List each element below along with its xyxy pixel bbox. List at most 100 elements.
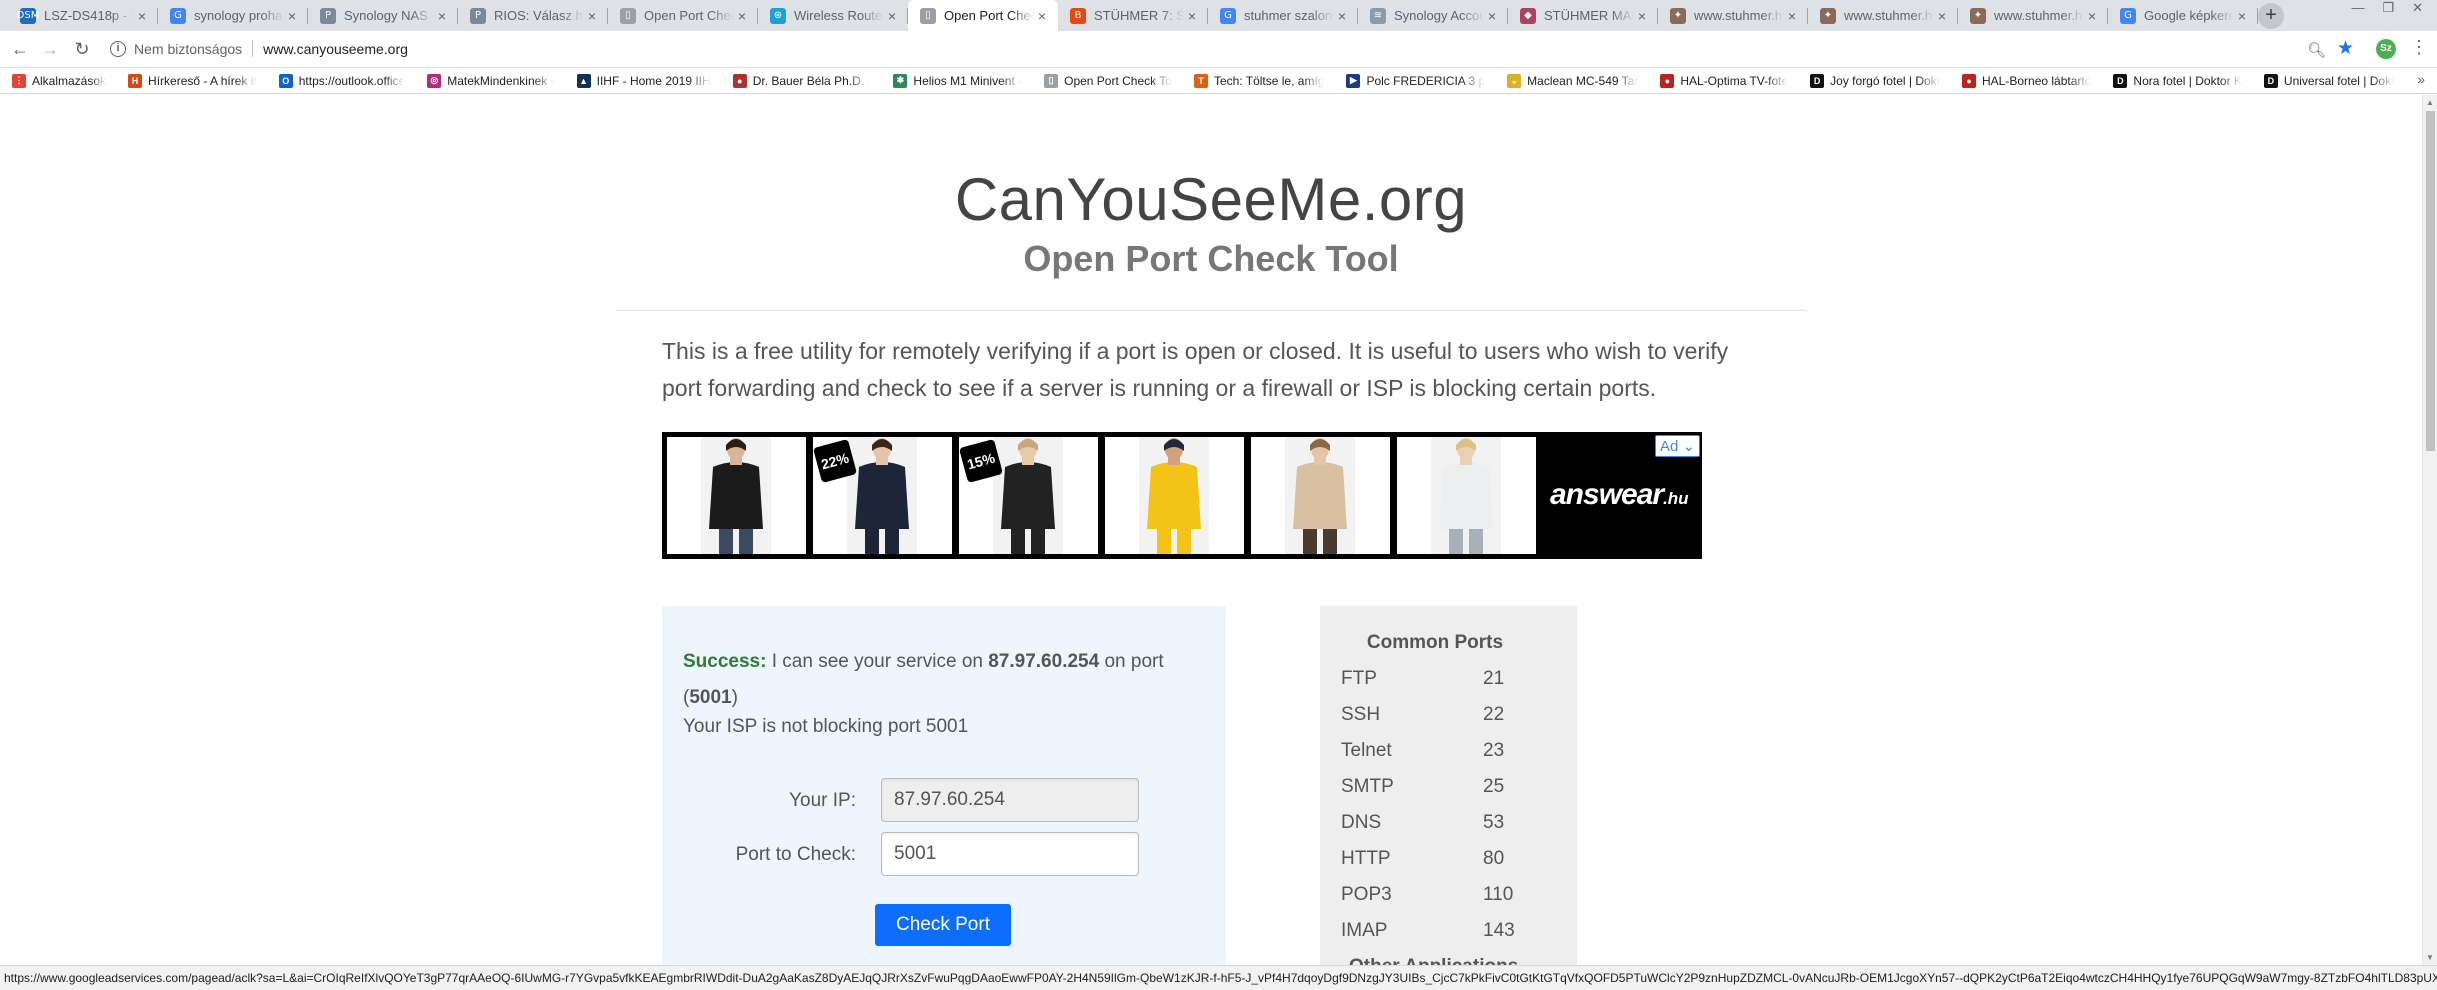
- bookmark-item[interactable]: Ohttps://outlook.office: [278, 73, 405, 88]
- tab-title: Synology NAS - P: [344, 8, 434, 23]
- ad-product-tile[interactable]: [1397, 437, 1536, 554]
- scroll-down-icon[interactable]: ▼: [2426, 953, 2434, 962]
- bookmark-label: Tech: Töltse le, amíg: [1213, 73, 1325, 88]
- more-menu-icon[interactable]: ⋮: [2410, 37, 2428, 58]
- ad-product-tile[interactable]: [1251, 437, 1390, 554]
- bookmarks-overflow-icon[interactable]: »: [2417, 71, 2425, 87]
- tab-close-icon[interactable]: ×: [1334, 8, 1350, 24]
- bookmark-item[interactable]: ◎ MatekMindenkinek -: [427, 73, 555, 88]
- tab-close-icon[interactable]: ×: [1634, 8, 1650, 24]
- port-row: HTTP 80: [1341, 848, 1561, 884]
- tab-title: www.stuhmer.hu: [1844, 8, 1934, 23]
- bookmark-favicon-icon: ●: [1660, 73, 1675, 88]
- minimize-icon[interactable]: —: [2351, 0, 2364, 20]
- tab-close-icon[interactable]: ×: [434, 8, 450, 24]
- bookmark-favicon-icon: ▲: [576, 73, 591, 88]
- bookmark-favicon-icon: O: [278, 73, 293, 88]
- bookmark-item[interactable]: ⋮ Alkalmazások: [12, 73, 106, 88]
- tab-close-icon[interactable]: ×: [1184, 8, 1200, 24]
- tab-favicon-icon: B: [1070, 7, 1086, 24]
- browser-tab[interactable]: P RIOS: Válasz hoz×: [458, 0, 608, 31]
- browser-tab[interactable]: Gsynology prohard ×: [158, 0, 308, 31]
- tab-close-icon[interactable]: ×: [734, 8, 750, 24]
- tab-close-icon[interactable]: ×: [2234, 8, 2250, 24]
- browser-tab[interactable]: Gstuhmer szalonc ×: [1208, 0, 1358, 31]
- common-ports-heading: Common Ports: [1366, 632, 1504, 653]
- tab-close-icon[interactable]: ×: [1934, 8, 1950, 24]
- tab-close-icon[interactable]: ×: [1484, 8, 1500, 24]
- check-port-button[interactable]: Check Port: [875, 904, 1011, 946]
- bookmark-item[interactable]: D Joy forgó fotel | Dokt: [1810, 73, 1940, 88]
- bookmark-item[interactable]: ▲ IIHF - Home 2019 IIH: [576, 73, 711, 88]
- ad-product-tile[interactable]: [1105, 437, 1244, 554]
- page-scrollbar[interactable]: ▲ ▼: [2422, 95, 2437, 965]
- browser-tab[interactable]: ✦ www.stuhmer.hu ×: [1808, 0, 1958, 31]
- bookmark-item[interactable]: H Hírkereső - A hírek it: [128, 73, 257, 88]
- browser-tab[interactable]: B STÜHMER 7: SZÁ×: [1058, 0, 1208, 31]
- scroll-up-icon[interactable]: ▲: [2426, 98, 2434, 107]
- result-panel: Success: I can see your service on 87.97…: [662, 606, 1226, 965]
- browser-tab[interactable]: G Google képkeres ×: [2108, 0, 2258, 31]
- port-number: 21: [1483, 668, 1505, 689]
- bookmark-item[interactable]: D Nora fotel | Doktor K: [2113, 73, 2242, 88]
- tab-favicon-icon: ◆: [1520, 7, 1536, 24]
- forward-icon[interactable]: →: [38, 37, 62, 61]
- tab-favicon-icon: G: [170, 7, 186, 24]
- info-icon[interactable]: i: [110, 41, 126, 57]
- browser-tab[interactable]: ✦ www.stuhmer.hu ×: [1658, 0, 1808, 31]
- profile-avatar[interactable]: Sz: [2376, 39, 2396, 59]
- tab-close-icon[interactable]: ×: [134, 8, 150, 24]
- browser-tab[interactable]: DSM LSZ-DS418p - Syn×: [8, 0, 158, 31]
- search-icon[interactable]: 🔍︎: [2307, 41, 2326, 59]
- bookmark-favicon-icon: D: [1810, 73, 1825, 88]
- tab-close-icon[interactable]: ×: [284, 8, 300, 24]
- result-ip: 87.97.60.254: [988, 651, 1100, 672]
- bookmark-item[interactable]: ▯ Open Port Check To: [1044, 73, 1172, 88]
- back-icon[interactable]: ←: [8, 37, 32, 61]
- bookmark-label: Hírkereső - A hírek it: [148, 73, 257, 88]
- browser-tab[interactable]: ≋ Synology Accoun ×: [1358, 0, 1508, 31]
- scrollbar-thumb[interactable]: [2426, 111, 2435, 451]
- ad-product-tile[interactable]: 15%: [959, 437, 1098, 554]
- tab-close-icon[interactable]: ×: [884, 8, 900, 24]
- bookmark-item[interactable]: ✱ Helios M1 Minivent -: [893, 73, 1022, 88]
- url-separator: [252, 41, 254, 57]
- restore-icon[interactable]: ❐: [2382, 0, 2394, 20]
- result-text-3: ): [731, 687, 738, 708]
- bookmark-label: HAL-Optima TV-fote: [1680, 73, 1789, 88]
- tab-close-icon[interactable]: ×: [1034, 8, 1050, 24]
- tab-close-icon[interactable]: ×: [2084, 8, 2100, 24]
- url-text[interactable]: www.canyouseeme.org: [263, 41, 408, 57]
- bookmark-item[interactable]: ● Dr. Bauer Béla Ph.D. -: [732, 73, 871, 88]
- bookmark-item[interactable]: ◒ Maclean MC-549 Tar: [1507, 73, 1638, 88]
- bookmark-item[interactable]: ● HAL-Borneo lábtartó: [1962, 73, 2091, 88]
- browser-tab[interactable]: ▯ Open Port Check ×: [608, 0, 758, 31]
- browser-tab[interactable]: ◆ STÜHMER MARC×: [1508, 0, 1658, 31]
- ad-choices-label[interactable]: Ad ⌄: [1655, 435, 1701, 457]
- new-tab-button[interactable]: +: [2258, 3, 2284, 29]
- port-field[interactable]: [881, 832, 1139, 876]
- bookmark-item[interactable]: ● HAL-Optima TV-fote: [1660, 73, 1789, 88]
- ad-product-tile[interactable]: 22%: [813, 437, 952, 554]
- bookmark-label: IIHF - Home 2019 IIH: [596, 73, 711, 88]
- bookmark-item[interactable]: D Universal fotel | Dokt: [2263, 73, 2394, 88]
- tab-close-icon[interactable]: ×: [1784, 8, 1800, 24]
- close-window-icon[interactable]: ✕: [2412, 0, 2423, 20]
- your-ip-field[interactable]: [881, 778, 1139, 822]
- bookmark-item[interactable]: T Tech: Töltse le, amíg: [1193, 73, 1325, 88]
- browser-tab[interactable]: ✦ www.stuhmer.hu ×: [1958, 0, 2108, 31]
- bookmark-item[interactable]: ▶ Polc FREDERICIA 3 p: [1346, 73, 1486, 88]
- bookmark-label: Polc FREDERICIA 3 p: [1366, 73, 1486, 88]
- ad-product-tile[interactable]: [667, 437, 806, 554]
- bookmark-favicon-icon: D: [2113, 73, 2128, 88]
- browser-tab[interactable]: ⊛ Wireless Router A×: [758, 0, 908, 31]
- ad-brand-logo[interactable]: answear.hu: [1550, 478, 1689, 512]
- tab-close-icon[interactable]: ×: [584, 8, 600, 24]
- browser-tab[interactable]: P Synology NAS - P×: [308, 0, 458, 31]
- browser-tab[interactable]: ▯ Open Port Check ×: [908, 0, 1058, 31]
- reload-icon[interactable]: ↻: [70, 37, 94, 61]
- port-name: Telnet: [1341, 740, 1392, 761]
- ad-banner[interactable]: 22% 15% answear.hu Ad ⌄: [662, 432, 1702, 559]
- bookmark-star-icon[interactable]: ★: [2337, 37, 2354, 60]
- address-bar[interactable]: i Nem biztonságos www.canyouseeme.org: [100, 35, 2390, 63]
